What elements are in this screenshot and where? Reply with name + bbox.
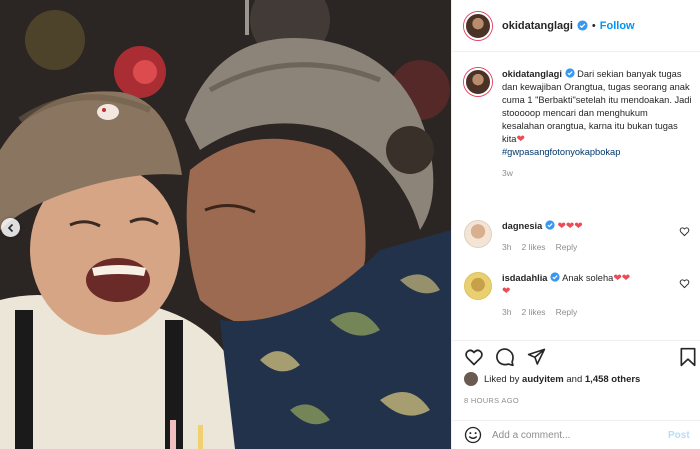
- verified-badge-icon: [550, 272, 560, 282]
- liker-avatar[interactable]: [464, 372, 478, 386]
- separator-dot: •: [591, 19, 596, 32]
- caption-avatar[interactable]: [464, 68, 492, 96]
- author-avatar[interactable]: [464, 11, 492, 40]
- liker-username[interactable]: audyitem: [522, 374, 564, 385]
- comment-body: isdadahlia Anak soleha❤❤ ❤ 3h 2 likes Re…: [502, 272, 682, 319]
- comment-hearts-extra: ❤: [502, 286, 511, 297]
- caption-hashtag[interactable]: #gwpasangfotonyokapbokap: [502, 147, 620, 157]
- post-timestamp[interactable]: 8 HOURS AGO: [464, 396, 519, 405]
- post-details-panel: okidatanglagi • Follow okidatanglagi Dar…: [451, 0, 700, 449]
- commenter-username[interactable]: isdadahlia: [502, 273, 547, 283]
- comment-hearts: ❤❤❤: [557, 221, 583, 232]
- comment-likes[interactable]: 2 likes: [521, 241, 545, 254]
- comment-input[interactable]: [492, 429, 662, 441]
- comment-icon[interactable]: [495, 347, 515, 367]
- commenter-avatar[interactable]: [464, 272, 492, 300]
- comment-meta: 3h 2 likes Reply: [502, 241, 682, 254]
- caption-username[interactable]: okidatanglagi: [502, 69, 562, 79]
- comment-item: dagnesia ❤❤❤ 3h 2 likes Reply: [464, 220, 694, 254]
- liked-by-row: Liked by audyitem and 1,458 others: [464, 372, 640, 386]
- liked-by-and: and: [566, 373, 583, 385]
- comment-likes[interactable]: 2 likes: [521, 306, 545, 319]
- post-actions-bar: [452, 340, 700, 370]
- add-comment-bar: Post: [452, 420, 700, 449]
- chevron-left-icon: [7, 223, 13, 232]
- likes-count[interactable]: 1,458 others: [585, 374, 640, 385]
- comment-age[interactable]: 3h: [502, 306, 511, 319]
- post-comment-button[interactable]: Post: [668, 430, 690, 441]
- caption-age[interactable]: 3w: [502, 167, 692, 180]
- reply-button[interactable]: Reply: [556, 241, 578, 254]
- post-caption: okidatanglagi Dari sekian banyak tugas d…: [464, 68, 694, 180]
- comment-hearts: ❤❤: [613, 273, 631, 284]
- share-icon[interactable]: [527, 347, 546, 366]
- photo-illustration: [0, 0, 451, 449]
- author-username[interactable]: okidatanglagi: [502, 20, 573, 32]
- caption-text: Dari sekian banyak tugas dan kewajiban O…: [502, 69, 692, 144]
- heart-icon[interactable]: [679, 226, 690, 237]
- comment-age[interactable]: 3h: [502, 241, 511, 254]
- bookmark-icon[interactable]: [679, 347, 697, 367]
- emoji-icon[interactable]: [464, 426, 482, 444]
- commenter-avatar[interactable]: [464, 220, 492, 248]
- commenter-username[interactable]: dagnesia: [502, 221, 542, 231]
- comment-body: dagnesia ❤❤❤ 3h 2 likes Reply: [502, 220, 682, 254]
- like-heart-icon[interactable]: [464, 347, 484, 367]
- verified-badge-icon: [564, 68, 575, 78]
- follow-button[interactable]: Follow: [600, 20, 635, 32]
- liked-by-prefix: Liked by: [484, 373, 520, 385]
- caption-body: okidatanglagi Dari sekian banyak tugas d…: [502, 68, 692, 180]
- comment-item: isdadahlia Anak soleha❤❤ ❤ 3h 2 likes Re…: [464, 272, 694, 319]
- verified-badge-icon: [577, 20, 588, 31]
- post-header: okidatanglagi • Follow: [452, 0, 700, 52]
- comment-meta: 3h 2 likes Reply: [502, 306, 682, 319]
- heart-icon[interactable]: [679, 278, 690, 289]
- post-photo[interactable]: [0, 0, 451, 449]
- heart-emoji: ❤: [516, 134, 525, 145]
- comment-text: Anak soleha: [562, 273, 614, 283]
- previous-photo-button[interactable]: [1, 218, 20, 237]
- reply-button[interactable]: Reply: [556, 306, 578, 319]
- verified-badge-icon: [545, 220, 555, 230]
